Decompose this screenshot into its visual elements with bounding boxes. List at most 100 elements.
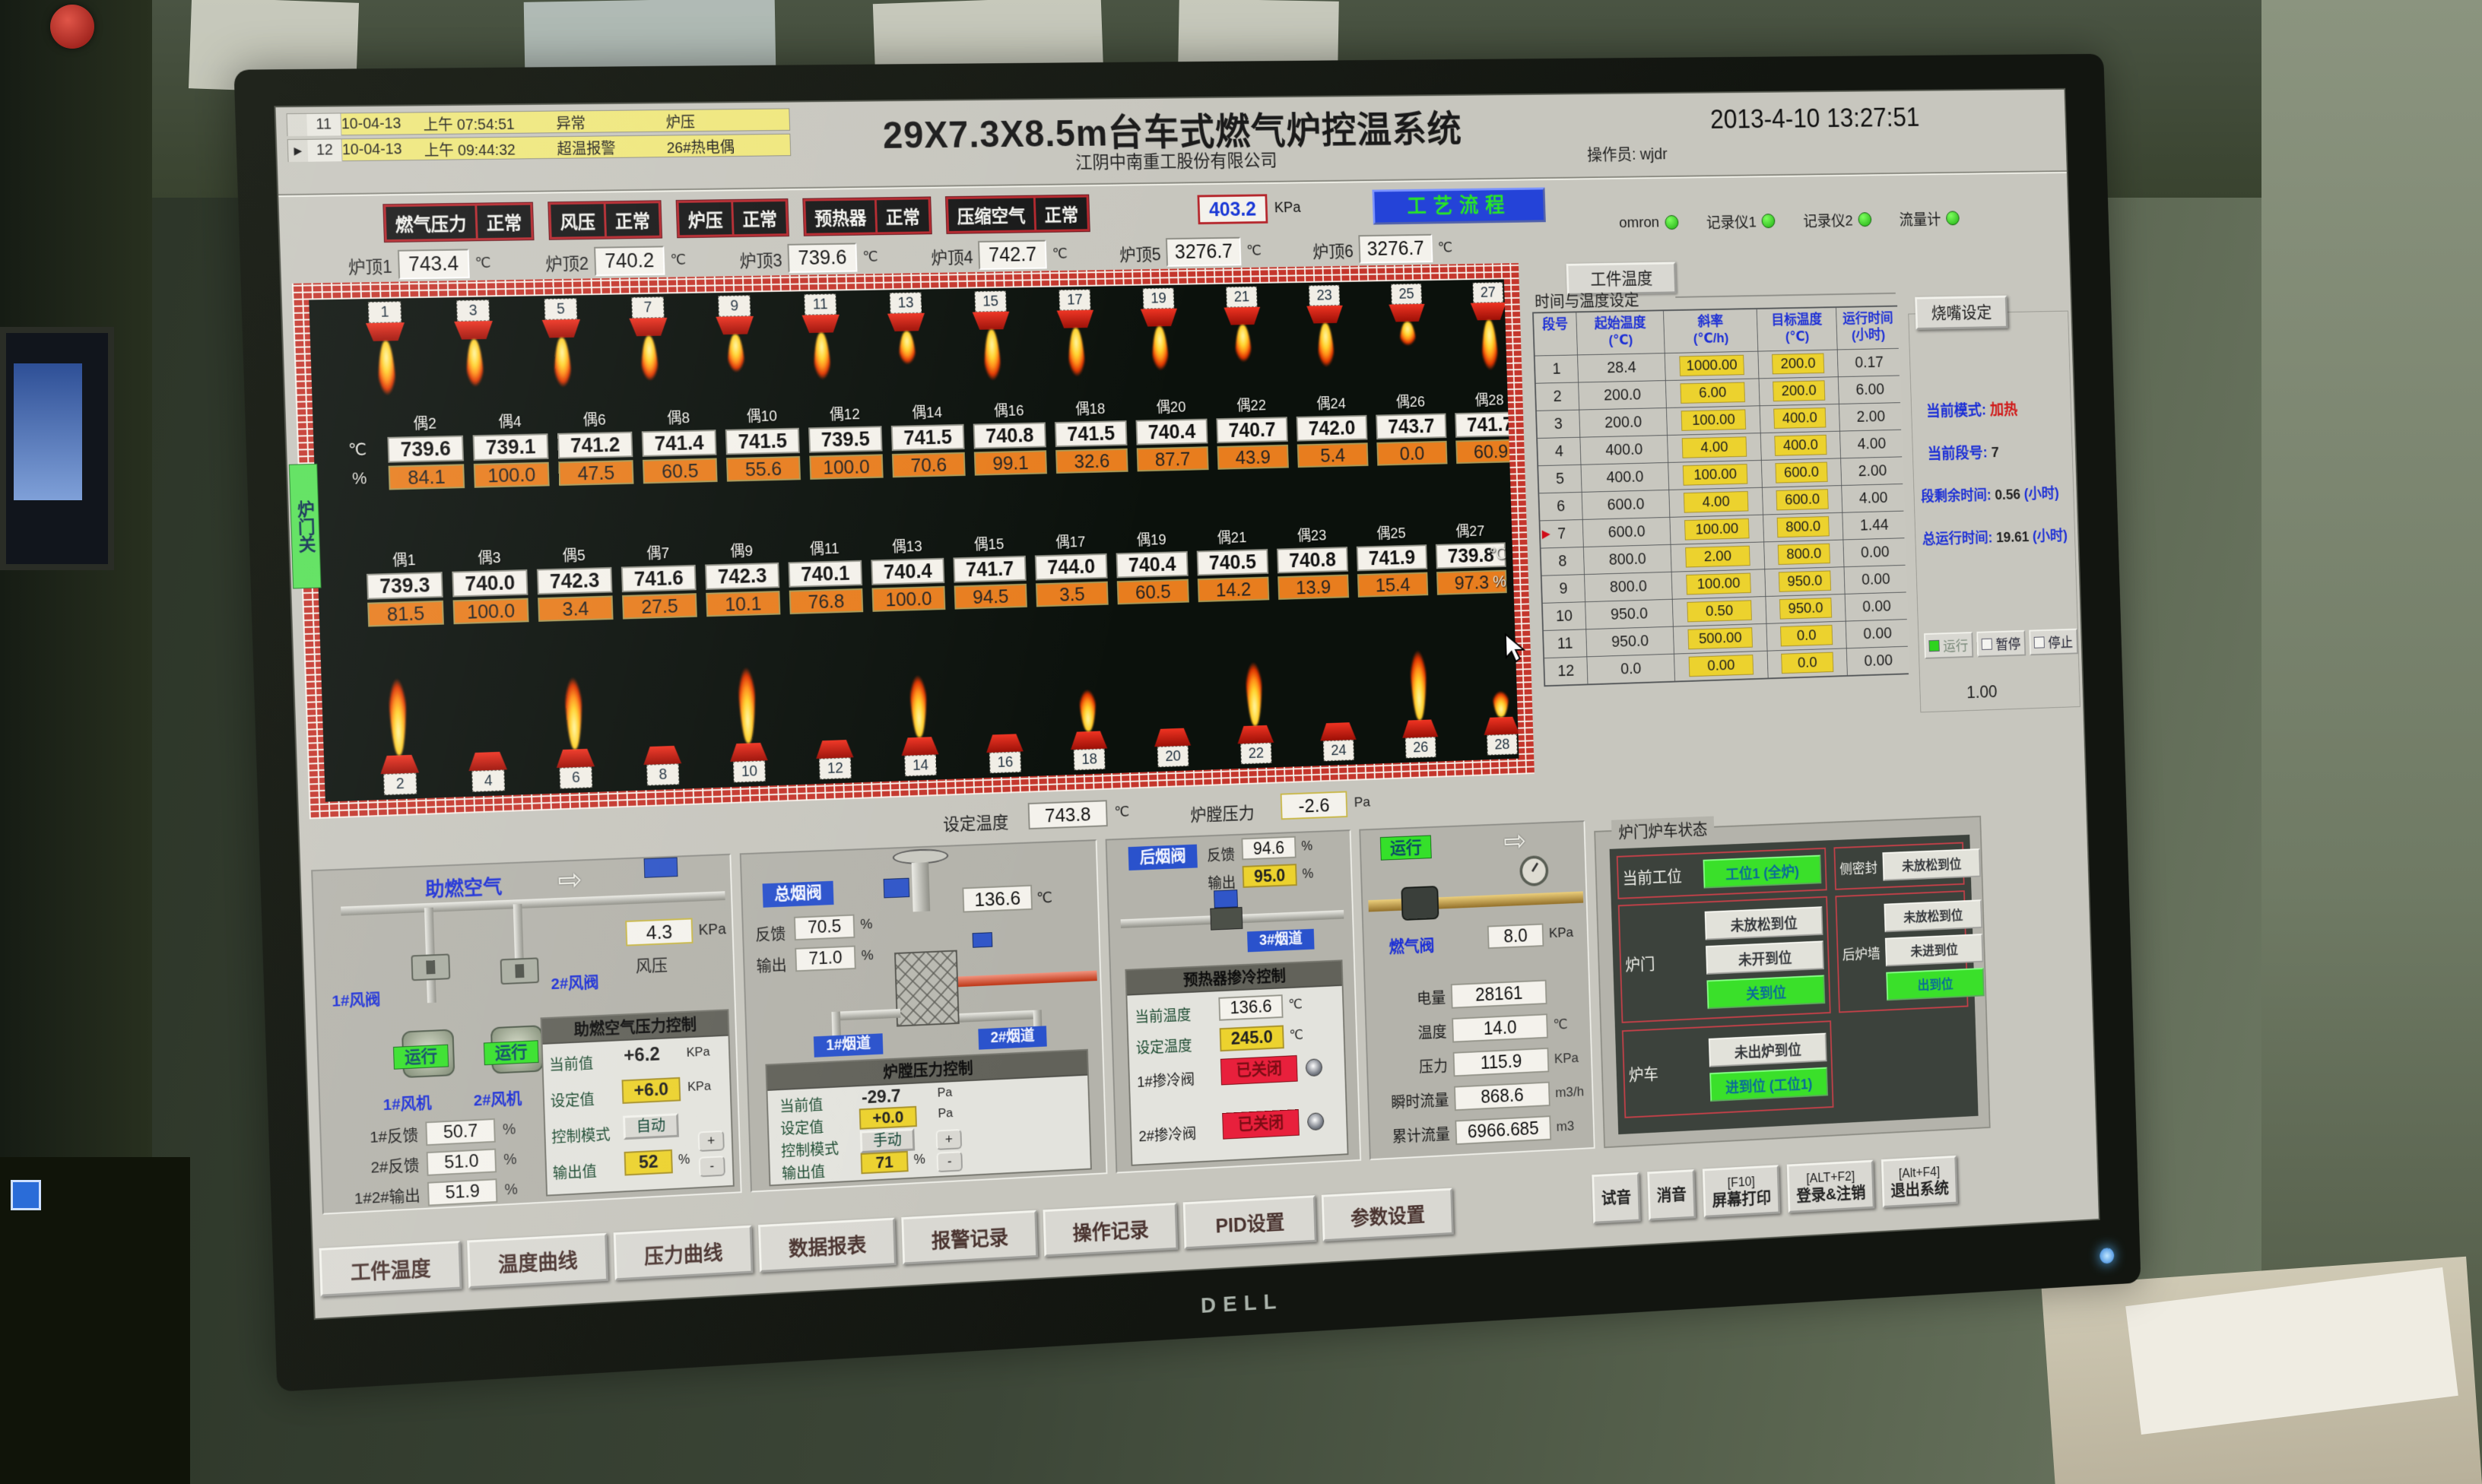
alarm-row[interactable]: ▶ 12 10-04-13 上午 09:44:32 超温报警 26#热电偶 xyxy=(287,134,792,162)
rate-input[interactable]: 2.00 xyxy=(1685,546,1750,568)
system-button-label: 退出系统 xyxy=(1890,1178,1949,1200)
set-temp-label: 设定温度 xyxy=(943,808,1009,836)
flame-icon xyxy=(735,616,757,744)
rate-input[interactable]: 4.00 xyxy=(1682,436,1747,458)
door-box: 炉门 未放松到位未开到位关到位 xyxy=(1618,896,1831,1023)
target-temp-input[interactable]: 400.0 xyxy=(1773,407,1826,429)
rate-input[interactable]: 0.00 xyxy=(1689,655,1754,677)
roof-temp: 炉顶2 740.2 ℃ xyxy=(545,246,687,277)
run-button[interactable]: 运行 xyxy=(1924,632,1973,659)
thermocouple: 偶28 741.7 60.9 xyxy=(1452,388,1519,464)
roof-temp-unit: ℃ xyxy=(474,255,490,272)
thermocouple: 偶3 740.0 100.0 xyxy=(449,544,531,624)
target-temp-input[interactable]: 200.0 xyxy=(1773,380,1825,401)
chamber-pressure-label: 炉膛压力 xyxy=(1190,799,1255,826)
cur-value: -29.7 xyxy=(862,1086,901,1108)
target-temp-input[interactable]: 600.0 xyxy=(1775,462,1827,484)
out-input[interactable]: 52 xyxy=(624,1149,673,1176)
increase-button[interactable]: + xyxy=(936,1129,963,1150)
target-temp-input[interactable]: 400.0 xyxy=(1774,435,1827,456)
cooling-valve-2-state: 已关闭 xyxy=(1222,1109,1300,1140)
segment-no: 11 xyxy=(1557,634,1573,653)
system-button[interactable]: 试音 xyxy=(1592,1172,1640,1224)
system-button[interactable]: [Alt+F4] 退出系统 xyxy=(1881,1156,1958,1208)
system-button[interactable]: 消音 xyxy=(1647,1169,1696,1221)
thermocouple-temp: 742.3 xyxy=(705,563,779,590)
nav-button[interactable]: 报警记录 xyxy=(901,1210,1038,1265)
target-temp-input[interactable]: 950.0 xyxy=(1779,571,1831,592)
mode-button[interactable]: 自动 xyxy=(623,1113,679,1140)
rate-input[interactable]: 4.00 xyxy=(1684,491,1749,513)
thermocouple-output-pct: 10.1 xyxy=(706,591,780,617)
thermocouple-label: 偶1 xyxy=(392,547,416,570)
burner-block xyxy=(1224,307,1260,325)
flame-icon xyxy=(726,335,746,398)
thermocouple-label: 偶10 xyxy=(746,404,777,426)
duct-3-label: 3#烟道 xyxy=(1247,929,1315,953)
decrease-button[interactable]: - xyxy=(936,1151,963,1172)
nav-button[interactable]: PID设置 xyxy=(1183,1195,1317,1249)
chamber-pressure-control: 炉膛压力控制 当前值 -29.7 Pa 设定值 +0.0 Pa 控制模式 手动 … xyxy=(765,1049,1091,1187)
nav-button[interactable]: 压力曲线 xyxy=(614,1226,754,1281)
set-temp-input[interactable]: 245.0 xyxy=(1220,1025,1284,1051)
nav-button[interactable]: 操作记录 xyxy=(1043,1203,1178,1257)
nav-button[interactable]: 温度曲线 xyxy=(467,1233,608,1289)
pause-button[interactable]: 暂停 xyxy=(1976,630,2026,658)
decrease-button[interactable]: - xyxy=(699,1156,725,1177)
increase-button[interactable]: + xyxy=(698,1130,725,1152)
gas-row-unit: m3/h xyxy=(1555,1084,1584,1102)
set-input[interactable]: +6.0 xyxy=(622,1077,681,1104)
thermocouple: 偶1 739.3 81.5 xyxy=(363,547,446,626)
flame-icon xyxy=(465,339,486,419)
air-valve-1-label: 1#风阀 xyxy=(332,987,381,1012)
target-temp-input[interactable]: 800.0 xyxy=(1778,544,1830,565)
thermocouple-output-pct: 100.0 xyxy=(872,586,946,612)
thermocouple: 偶8 741.4 60.5 xyxy=(639,405,720,484)
nav-button[interactable]: 数据报表 xyxy=(758,1218,897,1273)
burner: 18 xyxy=(1046,605,1128,771)
nav-button[interactable]: 工件温度 xyxy=(319,1241,462,1297)
rate-input[interactable]: 100.00 xyxy=(1683,464,1748,486)
window-close-icon xyxy=(11,1180,41,1210)
rate-input[interactable]: 0.50 xyxy=(1687,600,1752,622)
thermocouple: 偶9 742.3 10.1 xyxy=(702,537,782,617)
gas-row-value: 868.6 xyxy=(1454,1081,1550,1111)
process-flow-button[interactable]: 工艺流程 xyxy=(1372,187,1545,224)
feedback-row: 1#2#输出 51.9 % xyxy=(329,1177,519,1212)
target-temp-input[interactable]: 950.0 xyxy=(1779,598,1832,619)
system-button[interactable]: [F10] 屏幕打印 xyxy=(1703,1165,1780,1218)
target-temp-input[interactable]: 0.0 xyxy=(1781,652,1833,674)
start-temp: 600.0 xyxy=(1582,490,1670,519)
mode-button[interactable]: 手动 xyxy=(860,1128,916,1153)
pct-label-upper: % xyxy=(352,468,367,488)
thermocouple-output-pct: 84.1 xyxy=(389,464,465,490)
rate-input[interactable]: 100.00 xyxy=(1684,518,1750,541)
red-indicator-lamp xyxy=(50,5,94,49)
nav-button[interactable]: 参数设置 xyxy=(1322,1188,1454,1242)
burner-settings-button[interactable]: 烧嘴设定 xyxy=(1915,296,2008,330)
flue-fb-unit: % xyxy=(860,916,873,933)
burner-block xyxy=(901,737,939,756)
target-temp-input[interactable]: 200.0 xyxy=(1772,354,1824,375)
rate-input[interactable]: 6.00 xyxy=(1680,382,1745,404)
target-temp-input[interactable]: 800.0 xyxy=(1777,516,1830,537)
station-box: 当前工位 工位1 (全炉) xyxy=(1617,848,1827,899)
target-temp-input[interactable]: 600.0 xyxy=(1776,489,1829,510)
thermocouple-output-pct: 76.8 xyxy=(789,588,864,614)
alarm-row[interactable]: 11 10-04-13 上午 07:54:51 异常 炉压 xyxy=(287,108,791,136)
device-link-indicator: omron xyxy=(1619,214,1678,232)
set-temp-unit: ℃ xyxy=(1114,804,1129,821)
set-input[interactable]: +0.0 xyxy=(859,1106,917,1130)
flame-icon xyxy=(1492,674,1509,718)
segment-no: 4 xyxy=(1554,442,1563,461)
stop-button[interactable]: 停止 xyxy=(2029,629,2078,656)
rate-input[interactable]: 1000.00 xyxy=(1679,355,1744,376)
thermocouple-output-pct: 43.9 xyxy=(1217,445,1289,470)
rate-input[interactable]: 100.00 xyxy=(1686,573,1751,595)
burner-number-tag: 11 xyxy=(804,293,836,315)
target-temp-input[interactable]: 0.0 xyxy=(1780,625,1833,647)
rate-input[interactable]: 500.00 xyxy=(1687,627,1752,649)
out-input[interactable]: 71 xyxy=(861,1151,909,1174)
rate-input[interactable]: 100.00 xyxy=(1681,410,1747,431)
system-button[interactable]: [ALT+F2] 登录&注销 xyxy=(1787,1160,1875,1213)
